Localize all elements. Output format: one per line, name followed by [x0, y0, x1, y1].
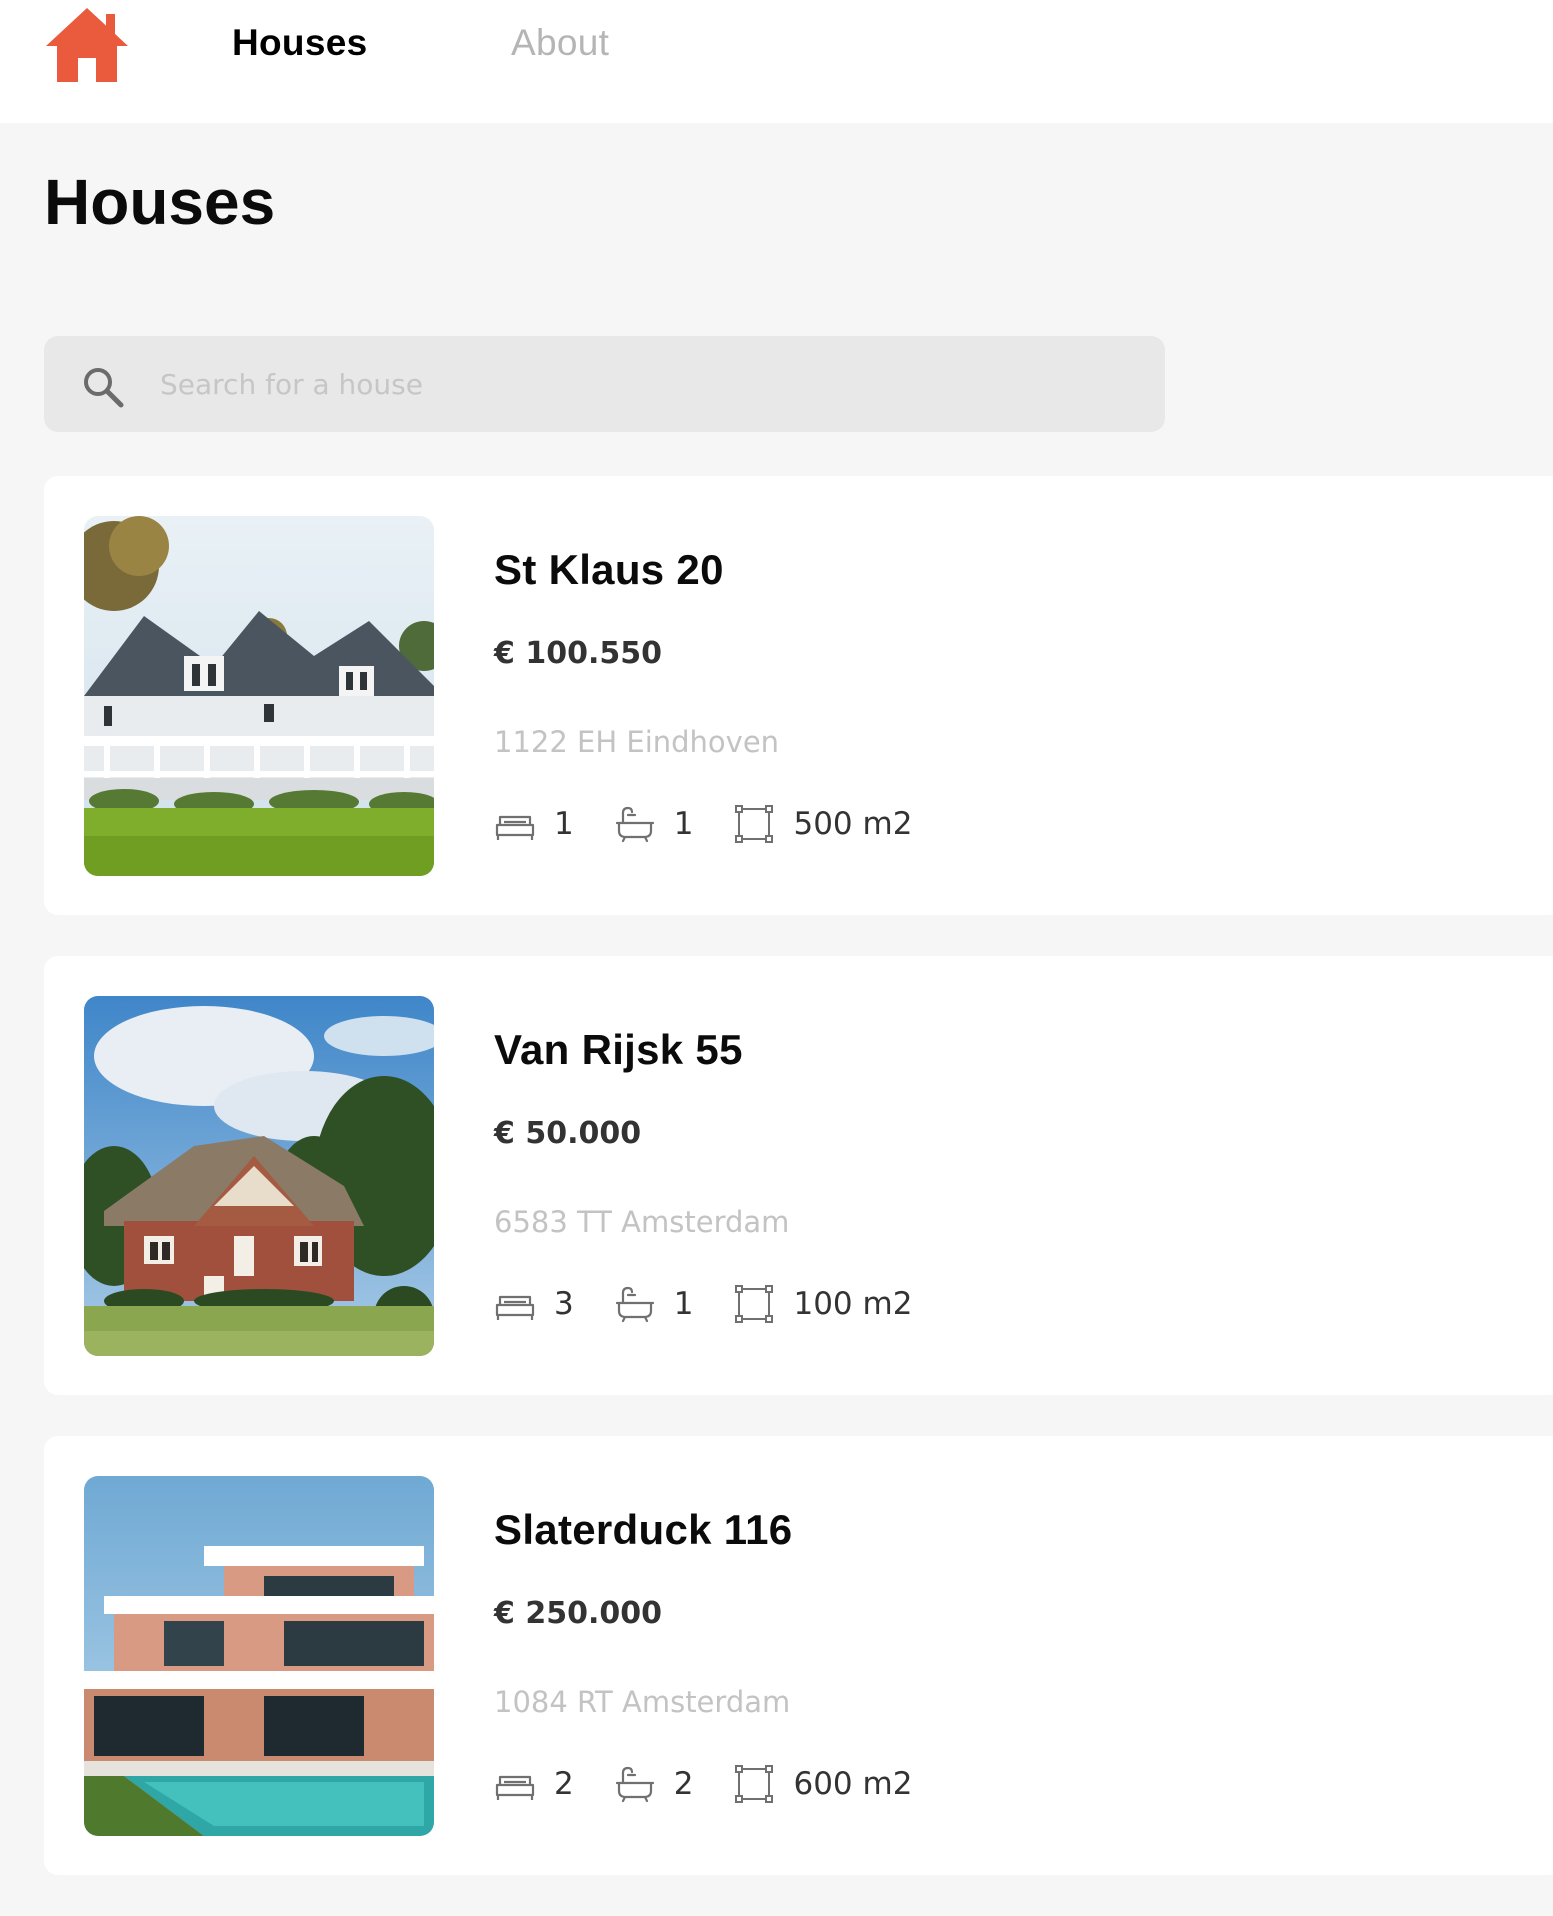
bath-icon — [615, 806, 654, 843]
nav-link-about[interactable]: About — [511, 20, 609, 66]
bathrooms-count: 1 — [673, 1286, 694, 1322]
size-spec: 500 m2 — [733, 803, 912, 845]
size-spec: 600 m2 — [733, 1763, 912, 1805]
bathrooms-count: 2 — [673, 1766, 694, 1802]
bed-icon — [495, 1775, 535, 1800]
search-input[interactable] — [160, 336, 1140, 432]
area-icon — [735, 805, 774, 843]
house-title: St Klaus 20 — [494, 546, 724, 593]
area-icon — [735, 1765, 774, 1803]
house-price: € 100.550 — [494, 636, 662, 671]
nav-link-houses[interactable]: Houses — [232, 20, 367, 66]
bathrooms-spec: 2 — [614, 1763, 734, 1805]
bath-icon — [615, 1766, 654, 1803]
house-photo — [84, 1476, 434, 1836]
house-photo — [84, 516, 434, 876]
bedrooms-count: 3 — [554, 1286, 574, 1322]
house-card[interactable]: Van Rijsk 55 € 50.000 6583 TT Amsterdam … — [44, 956, 1553, 1395]
size-value: 500 m2 — [793, 806, 913, 842]
house-specs: 2 2 600 m2 — [494, 1761, 912, 1807]
bedrooms-spec: 1 — [494, 803, 614, 845]
size-value: 100 m2 — [793, 1286, 913, 1322]
size-value: 600 m2 — [793, 1766, 913, 1802]
house-title: Slaterduck 116 — [494, 1506, 793, 1553]
bathrooms-count: 1 — [673, 806, 694, 842]
house-title: Van Rijsk 55 — [494, 1026, 743, 1073]
house-card[interactable]: St Klaus 20 € 100.550 1122 EH Eindhoven … — [44, 476, 1553, 915]
bathrooms-spec: 1 — [614, 803, 734, 845]
house-address: 1122 EH Eindhoven — [494, 725, 780, 759]
search-bar — [44, 336, 1165, 432]
bed-icon — [495, 1295, 535, 1320]
home-icon[interactable] — [44, 6, 130, 84]
bed-icon — [495, 815, 535, 840]
house-address: 1084 RT Amsterdam — [494, 1685, 791, 1719]
house-address: 6583 TT Amsterdam — [494, 1205, 790, 1239]
bedrooms-spec: 2 — [494, 1763, 614, 1805]
house-card[interactable]: Slaterduck 116 € 250.000 1084 RT Amsterd… — [44, 1436, 1553, 1875]
house-specs: 1 1 500 m2 — [494, 801, 912, 847]
size-spec: 100 m2 — [733, 1283, 912, 1325]
bathrooms-spec: 1 — [614, 1283, 734, 1325]
top-navigation: Houses About — [0, 0, 1553, 123]
area-icon — [735, 1285, 774, 1323]
bedrooms-count: 1 — [554, 806, 574, 842]
bedrooms-count: 2 — [554, 1766, 574, 1802]
house-specs: 3 1 100 m2 — [494, 1281, 912, 1327]
bath-icon — [615, 1286, 654, 1323]
search-icon — [80, 364, 126, 410]
page-title: Houses — [44, 166, 276, 238]
house-price: € 50.000 — [494, 1116, 642, 1151]
house-photo — [84, 996, 434, 1356]
bedrooms-spec: 3 — [494, 1283, 614, 1325]
house-price: € 250.000 — [494, 1596, 662, 1631]
